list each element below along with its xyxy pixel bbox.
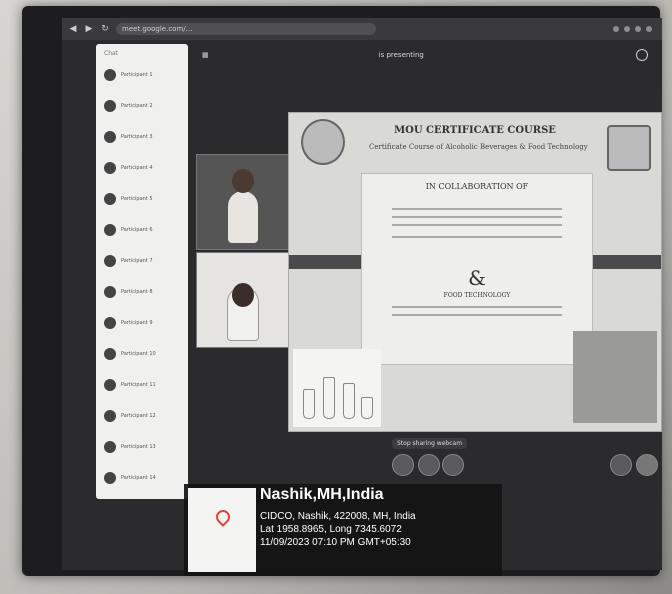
participant-name: Participant 2	[121, 102, 153, 109]
avatar-icon	[104, 99, 116, 112]
video-tile-1[interactable]	[196, 154, 290, 250]
participant-item[interactable]: Participant 4	[96, 152, 188, 183]
meeting-topbar: ▦ is presenting	[196, 44, 662, 66]
participant-item[interactable]: Participant 12	[96, 400, 188, 431]
participant-sidebar: Chat Participant 1 Participant 2 Participa…	[96, 44, 188, 499]
extension-icon[interactable]	[635, 26, 641, 32]
avatar-icon	[104, 254, 116, 267]
settings-icon[interactable]	[636, 49, 648, 61]
shared-slide: MOU CERTIFICATE COURSE Certificate Cours…	[288, 112, 662, 432]
map-thumbnail	[188, 488, 256, 572]
avatar-icon	[104, 68, 116, 81]
participant-item[interactable]: Participant 10	[96, 338, 188, 369]
stop-sharing-button[interactable]: Stop sharing webcam	[392, 438, 468, 449]
participant-name: Participant 7	[121, 257, 153, 264]
avatar-icon	[104, 223, 116, 236]
avatar-icon	[104, 285, 116, 298]
participant-item[interactable]: Participant 13	[96, 431, 188, 462]
participant-name: Participant 8	[121, 288, 153, 295]
forward-icon[interactable]: ▶	[84, 24, 94, 34]
avatar-icon	[104, 440, 116, 453]
participant-name: Participant 14	[121, 474, 156, 481]
slide-subtitle: Certificate Course of Alcoholic Beverage…	[369, 143, 588, 151]
geotag-overlay: Nashik,MH,India CIDCO, Nashik, 422008, M…	[184, 484, 502, 576]
video-tile-2[interactable]	[196, 252, 290, 348]
participant-name: Participant 4	[121, 164, 153, 171]
presenter-label: is presenting	[378, 51, 424, 59]
participant-name: Participant 6	[121, 226, 153, 233]
participant-name: Participant 3	[121, 133, 153, 140]
participant-item[interactable]: Participant 2	[96, 90, 188, 121]
activities-icon[interactable]	[636, 454, 658, 476]
participant-item[interactable]: Participant 3	[96, 121, 188, 152]
collaboration-panel: IN COLLABORATION OF & FOOD TECHNOLOGY	[361, 173, 593, 365]
avatar-icon	[104, 130, 116, 143]
text-line	[392, 224, 562, 226]
participant-item[interactable]: Participant 8	[96, 276, 188, 307]
geotag-timestamp: 11/09/2023 07:10 PM GMT+05:30	[260, 537, 411, 548]
collab-heading: IN COLLABORATION OF	[425, 182, 529, 191]
grid-icon[interactable]: ▦	[202, 51, 209, 59]
location-pin-icon	[213, 507, 233, 527]
participant-face	[232, 283, 254, 307]
avatar-icon	[104, 409, 116, 422]
avatar-icon	[104, 347, 116, 360]
glass-icon	[303, 389, 315, 419]
participant-item[interactable]: Participant 11	[96, 369, 188, 400]
avatar-icon	[104, 316, 116, 329]
geotag-text: Nashik,MH,India CIDCO, Nashik, 422008, M…	[260, 486, 416, 549]
camera-icon[interactable]	[418, 454, 440, 476]
photo-collage	[573, 331, 657, 423]
participant-name: Participant 11	[121, 381, 156, 388]
browser-toolbar: ◀ ▶ ↻ meet.google.com/...	[62, 18, 662, 40]
meeting-controls: Stop sharing webcam	[382, 430, 662, 490]
text-line	[392, 236, 562, 238]
text-line	[392, 216, 562, 218]
address-bar[interactable]: meet.google.com/...	[116, 23, 376, 35]
avatar-icon	[104, 161, 116, 174]
participant-name: Participant 1	[121, 71, 153, 78]
avatar-icon	[104, 378, 116, 391]
participant-item[interactable]: Participant 14	[96, 462, 188, 493]
participant-list: Participant 1 Participant 2 Participant 3 P…	[96, 59, 188, 493]
glass-icon	[361, 397, 373, 419]
profile-icon[interactable]	[646, 26, 652, 32]
avatar-icon	[104, 471, 116, 484]
participant-item[interactable]: Participant 9	[96, 307, 188, 338]
participant-name: Participant 12	[121, 412, 156, 419]
text-line	[392, 314, 562, 316]
avatar-icon	[104, 192, 116, 205]
participant-name: Participant 5	[121, 195, 153, 202]
department-name: FOOD TECHNOLOGY	[443, 292, 511, 299]
browser-extensions	[613, 26, 662, 32]
glassware-image	[293, 349, 381, 427]
text-line	[392, 306, 562, 308]
participant-name: Participant 10	[121, 350, 156, 357]
slide-title: MOU CERTIFICATE COURSE	[394, 125, 556, 136]
back-icon[interactable]: ◀	[68, 24, 78, 34]
participant-name: Participant 9	[121, 319, 153, 326]
ampersand: &	[468, 266, 486, 290]
participant-item[interactable]: Participant 6	[96, 214, 188, 245]
geotag-coordinates: Lat 1958.8965, Long 7345.6072	[260, 524, 402, 535]
participant-item[interactable]: Participant 7	[96, 245, 188, 276]
extension-icon[interactable]	[613, 26, 619, 32]
text-line	[392, 208, 562, 210]
geotag-address: CIDCO, Nashik, 422008, MH, India	[260, 511, 416, 522]
present-icon[interactable]	[442, 454, 464, 476]
participant-face	[232, 169, 254, 193]
participant-video	[228, 191, 258, 243]
sidebar-heading: Chat	[104, 50, 119, 57]
mic-icon[interactable]	[392, 454, 414, 476]
reload-icon[interactable]: ↻	[100, 24, 110, 34]
participant-item[interactable]: Participant 1	[96, 59, 188, 90]
geotag-place: Nashik,MH,India	[260, 486, 384, 503]
info-icon[interactable]	[610, 454, 632, 476]
extension-icon[interactable]	[624, 26, 630, 32]
glass-icon	[343, 383, 355, 419]
glass-icon	[323, 377, 335, 419]
participant-name: Participant 13	[121, 443, 156, 450]
participant-item[interactable]: Participant 5	[96, 183, 188, 214]
